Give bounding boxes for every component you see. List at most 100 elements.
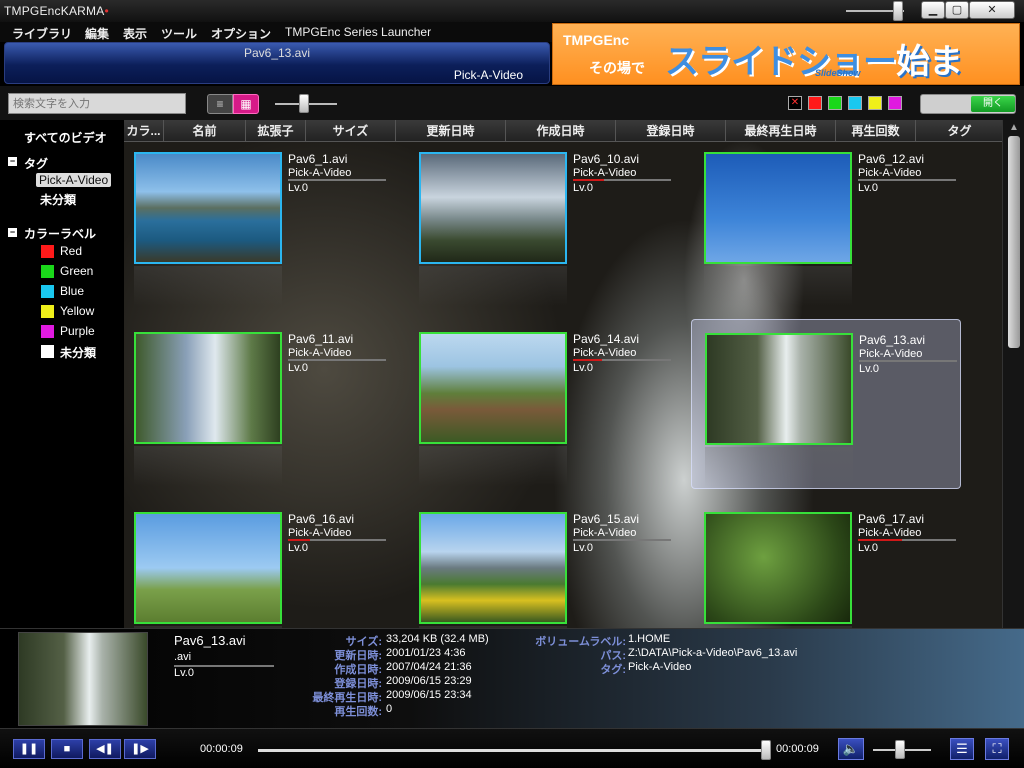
pause-button[interactable]: ❚❚ (13, 739, 45, 759)
video-tile[interactable]: Pav6_1.avi Pick-A-Video Lv.0 (124, 142, 394, 312)
vertical-scrollbar[interactable]: ▲ (1002, 120, 1024, 628)
previous-button[interactable]: ◀❚ (89, 739, 121, 759)
sidebar-color-3[interactable]: Yellow (60, 304, 94, 318)
video-thumbnail[interactable] (419, 152, 567, 264)
video-grid-area: カラ... 名前 拡張子 サイズ 更新日時 作成日時 登録日時 最終再生日時 再… (124, 120, 1024, 628)
minimize-button[interactable]: ▁ (921, 1, 945, 19)
col-play-count[interactable]: 再生回数 (836, 120, 916, 142)
sidebar-color-5[interactable]: 未分類 (60, 344, 96, 361)
video-level: Lv.0 (573, 542, 593, 554)
sidebar-color-1[interactable]: Green (60, 264, 93, 278)
video-progress-fill (573, 359, 603, 361)
window-volume-slider[interactable] (893, 1, 903, 21)
video-level: Lv.0 (288, 362, 308, 374)
color-swatch-icon (41, 345, 54, 358)
col-size[interactable]: サイズ (306, 120, 396, 142)
video-progress-bar (288, 179, 386, 181)
open-toggle-label: 開く (971, 96, 1015, 112)
video-name: Pav6_16.avi (288, 512, 355, 526)
open-toggle[interactable]: 開く (920, 94, 1016, 114)
video-tile[interactable]: Pav6_11.avi Pick-A-Video Lv.0 (124, 322, 394, 492)
col-extension[interactable]: 拡張子 (246, 120, 306, 142)
collapse-tags-icon[interactable]: − (8, 157, 17, 166)
video-progress-bar (573, 179, 671, 181)
video-tile[interactable]: Pav6_12.avi Pick-A-Video Lv.0 (694, 142, 964, 312)
sidebar-tag-pick-a-video[interactable]: Pick-A-Video (36, 173, 112, 187)
col-tag[interactable]: タグ (916, 120, 1004, 142)
menu-view[interactable]: 表示 (123, 25, 147, 42)
info-volume-label: 1.HOME (628, 633, 671, 645)
sidebar-color-2[interactable]: Blue (60, 284, 84, 298)
menu-tools[interactable]: ツール (161, 25, 197, 42)
info-play-count: 0 (386, 703, 393, 715)
video-tile[interactable]: Pav6_16.avi Pick-A-Video Lv.0 (124, 502, 394, 628)
maximize-button[interactable]: ▢ (945, 1, 969, 19)
color-filter-yellow[interactable] (868, 96, 882, 110)
sidebar-color-4[interactable]: Purple (60, 324, 95, 338)
video-tile[interactable]: Pav6_15.avi Pick-A-Video Lv.0 (409, 502, 679, 628)
color-swatch-icon (41, 285, 54, 298)
info-created: 2007/04/24 21:36 (386, 661, 472, 673)
menu-library[interactable]: ライブラリ (12, 25, 72, 42)
stop-button[interactable]: ■ (51, 739, 83, 759)
video-progress-bar (288, 539, 386, 541)
sidebar-tag-header[interactable]: タグ (24, 155, 48, 172)
scroll-thumb[interactable] (1008, 136, 1020, 348)
video-thumbnail[interactable] (419, 512, 567, 624)
now-playing-panel[interactable]: Pav6_13.avi Pick-A-Video (4, 42, 550, 84)
col-color[interactable]: カラ... (124, 120, 164, 142)
scroll-up-icon[interactable]: ▲ (1007, 122, 1021, 134)
col-last-played[interactable]: 最終再生日時 (726, 120, 836, 142)
col-modified[interactable]: 更新日時 (396, 120, 506, 142)
video-thumbnail[interactable] (704, 152, 852, 264)
video-tile[interactable]: Pav6_14.avi Pick-A-Video Lv.0 (409, 322, 679, 492)
video-tile[interactable]: Pav6_17.avi Pick-A-Video Lv.0 (694, 502, 964, 628)
video-thumbnail[interactable] (419, 332, 567, 444)
ad-slideshow-label: SlideShow (815, 68, 861, 78)
video-tile[interactable]: Pav6_10.avi Pick-A-Video Lv.0 (409, 142, 679, 312)
video-level: Lv.0 (859, 363, 879, 375)
fullscreen-icon[interactable]: ⛶ (985, 738, 1009, 760)
sidebar-all-videos[interactable]: すべてのビデオ (24, 129, 107, 146)
color-filter-red[interactable] (808, 96, 822, 110)
sidebar-tag-uncategorized[interactable]: 未分類 (40, 191, 76, 208)
ad-banner[interactable]: TMPGEnc その場で スライドショー始まる。 SlideShow (552, 23, 1020, 85)
color-filter-green[interactable] (828, 96, 842, 110)
col-registered[interactable]: 登録日時 (616, 120, 726, 142)
collapse-colors-icon[interactable]: − (8, 228, 17, 237)
menu-options[interactable]: オプション (211, 25, 271, 42)
search-input[interactable] (8, 93, 186, 114)
color-filter-none[interactable]: ✕ (788, 96, 802, 110)
seek-bar[interactable] (258, 749, 766, 752)
video-progress-fill (858, 539, 903, 541)
video-thumbnail[interactable] (134, 332, 282, 444)
toolbar: ≡ ▦ ✕ 開く (0, 86, 1024, 120)
grid-view-button[interactable]: ▦ (233, 94, 259, 114)
video-level: Lv.0 (858, 182, 878, 194)
volume-slider[interactable] (895, 740, 905, 759)
volume-icon[interactable]: 🔈 (838, 738, 864, 760)
color-filter-purple[interactable] (888, 96, 902, 110)
col-name[interactable]: 名前 (164, 120, 246, 142)
playlist-icon[interactable]: ☰ (950, 738, 974, 760)
thumbnail-size-slider[interactable] (299, 94, 309, 113)
video-tag: Pick-A-Video (858, 527, 922, 539)
list-view-button[interactable]: ≡ (207, 94, 233, 114)
seek-thumb[interactable] (761, 740, 771, 760)
now-playing-tag: Pick-A-Video (453, 68, 523, 82)
video-thumbnail[interactable] (134, 512, 282, 624)
sidebar-color-0[interactable]: Red (60, 244, 82, 258)
menu-edit[interactable]: 編集 (85, 25, 109, 42)
menu-series-launcher[interactable]: TMPGEnc Series Launcher (285, 25, 431, 39)
video-level: Lv.0 (288, 182, 308, 194)
col-created[interactable]: 作成日時 (506, 120, 616, 142)
video-thumbnail[interactable] (705, 333, 853, 445)
close-button[interactable]: ✕ (969, 1, 1015, 19)
video-thumbnail[interactable] (134, 152, 282, 264)
sidebar-color-header[interactable]: カラーラベル (24, 225, 96, 242)
video-thumbnail[interactable] (704, 512, 852, 624)
next-button[interactable]: ❚▶ (124, 739, 156, 759)
video-tile[interactable]: Pav6_13.avi Pick-A-Video Lv.0 (691, 319, 961, 489)
color-filter-blue[interactable] (848, 96, 862, 110)
thumbnail-reflection (134, 446, 282, 486)
